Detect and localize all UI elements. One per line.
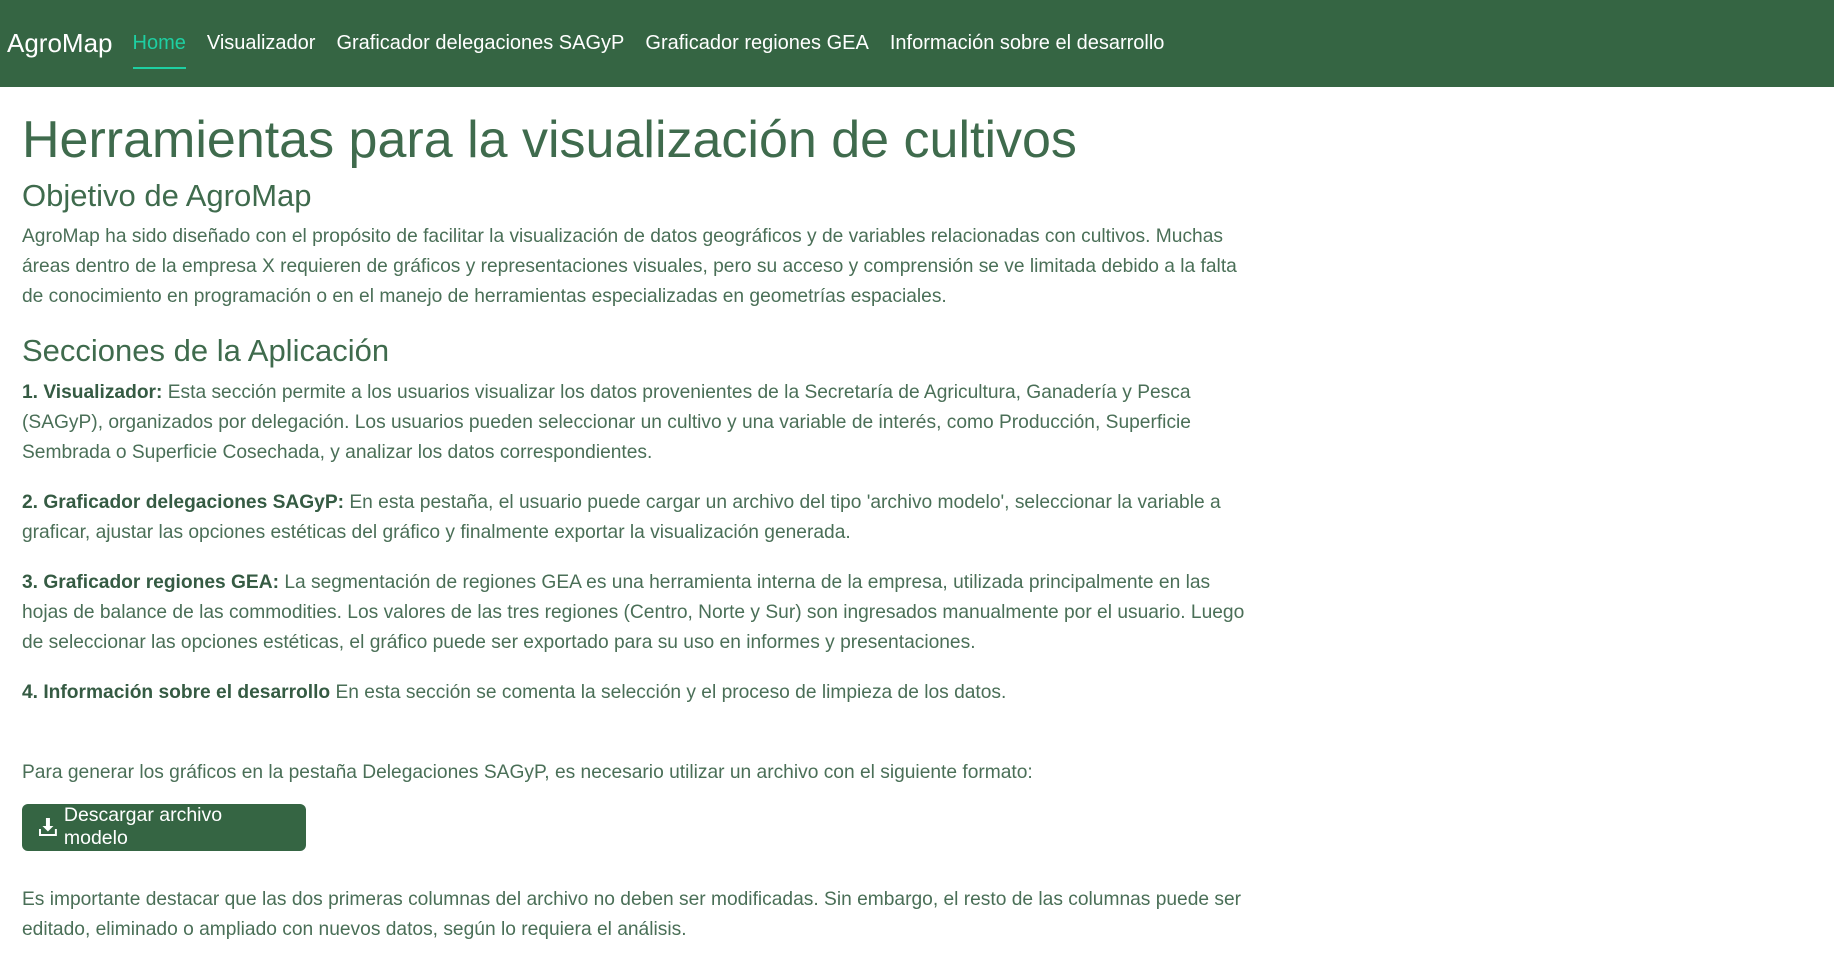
section-item-label: 2. Graficador delegaciones SAGyP: — [22, 491, 345, 513]
section-item-visualizador: 1. Visualizador: Esta sección permite a … — [22, 378, 1252, 468]
objetivo-text: AgroMap ha sido diseñado con el propósit… — [22, 226, 1237, 308]
main-content: Herramientas para la visualización de cu… — [0, 87, 1252, 945]
nav-link-home[interactable]: Home — [132, 32, 187, 69]
objetivo-heading: Objetivo de AgroMap — [22, 178, 312, 214]
section-item-graficador-delegaciones: 2. Graficador delegaciones SAGyP: En est… — [22, 488, 1252, 548]
section-item-text: Esta sección permite a los usuarios visu… — [22, 381, 1191, 463]
nota-text: Es importante destacar que las dos prime… — [22, 888, 1242, 940]
section-item-graficador-regiones: 3. Graficador regiones GEA: La segmentac… — [22, 568, 1252, 658]
section-item-informacion: 4. Información sobre el desarrollo En es… — [22, 678, 1252, 708]
page-title: Herramientas para la visualización de cu… — [22, 111, 1077, 169]
section-item-label: 4. Información sobre el desarrollo — [22, 681, 331, 703]
nav-link-visualizador[interactable]: Visualizador — [207, 32, 316, 55]
download-button-label: Descargar archivo modelo — [63, 804, 223, 850]
formato-text: Para generar los gráficos en la pestaña … — [22, 761, 1033, 783]
nav-link-graficador-regiones[interactable]: Graficador regiones GEA — [645, 32, 868, 55]
nav-link-graficador-delegaciones[interactable]: Graficador delegaciones SAGyP — [336, 32, 624, 55]
section-item-label: 1. Visualizador: — [22, 381, 163, 403]
brand-logo[interactable]: AgroMap — [7, 28, 113, 59]
top-navbar: AgroMap Home Visualizador Graficador del… — [0, 0, 1834, 87]
section-item-text: En esta sección se comenta la selección … — [330, 681, 1007, 703]
download-icon — [38, 818, 57, 837]
secciones-heading: Secciones de la Aplicación — [22, 333, 390, 369]
nav-link-informacion[interactable]: Información sobre el desarrollo — [890, 32, 1165, 55]
section-item-label: 3. Graficador regiones GEA: — [22, 571, 279, 593]
download-model-button[interactable]: Descargar archivo modelo — [22, 803, 306, 851]
